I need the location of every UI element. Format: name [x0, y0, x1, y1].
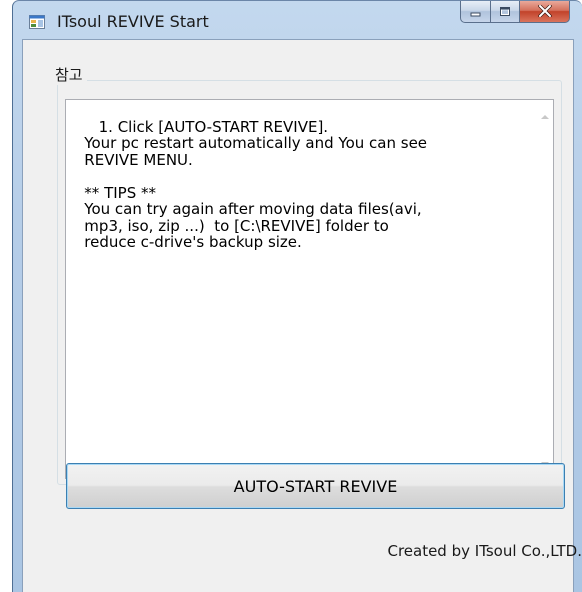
- minimize-icon: [470, 2, 482, 21]
- notes-textarea[interactable]: 1. Click [AUTO-START REVIVE]. Your pc re…: [65, 99, 554, 479]
- maximize-button[interactable]: [491, 1, 520, 23]
- close-button[interactable]: [520, 1, 570, 23]
- auto-start-revive-button[interactable]: AUTO-START REVIVE: [66, 463, 565, 509]
- client-area: 참고 1. Click [AUTO-START REVIVE]. Your pc…: [22, 39, 582, 592]
- scroll-up-arrow-icon[interactable]: [541, 115, 549, 119]
- app-window: ITsoul REVIVE Start 참고 1. Click [AUTO-ST…: [12, 0, 582, 592]
- close-icon: [537, 2, 552, 21]
- caption-buttons: [460, 1, 570, 23]
- maximize-icon: [499, 2, 511, 21]
- groupbox-label: 참고: [53, 65, 87, 85]
- window-title: ITsoul REVIVE Start: [57, 12, 209, 31]
- notes-text: 1. Click [AUTO-START REVIVE]. Your pc re…: [84, 117, 428, 251]
- minimize-button[interactable]: [460, 1, 491, 23]
- credit-label: Created by ITsoul Co.,LTD.: [387, 542, 582, 560]
- title-bar[interactable]: ITsoul REVIVE Start: [13, 1, 582, 39]
- app-icon[interactable]: [29, 14, 45, 29]
- vertical-scrollbar[interactable]: [536, 100, 553, 478]
